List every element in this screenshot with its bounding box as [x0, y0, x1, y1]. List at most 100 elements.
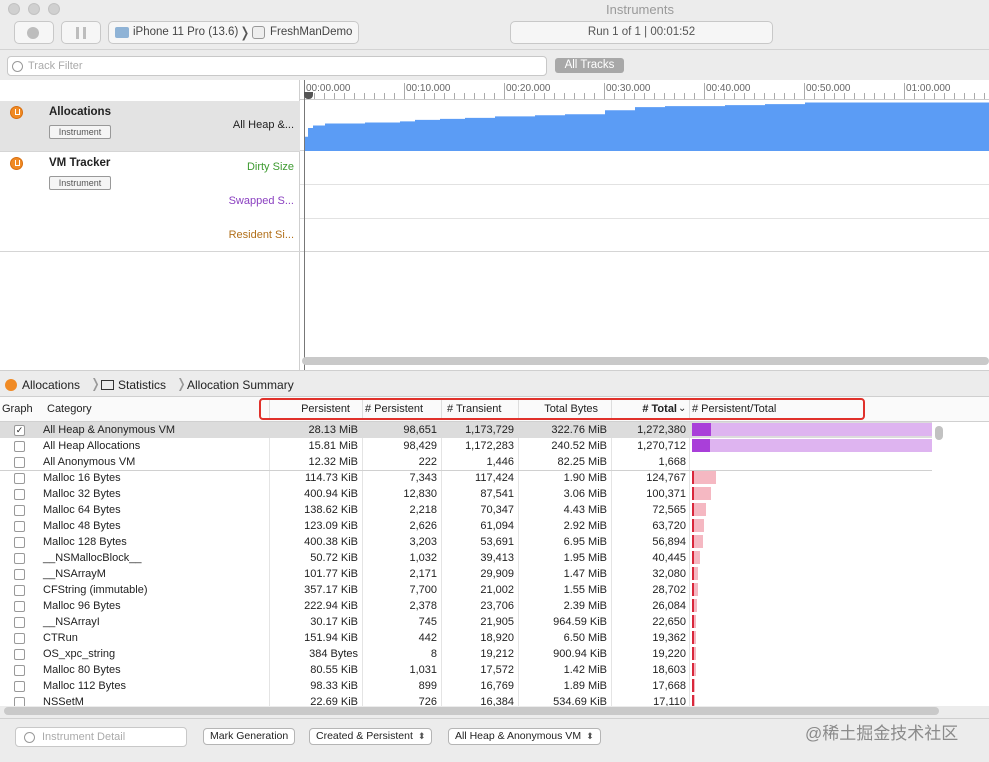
record-button[interactable] — [14, 21, 54, 44]
persistent-total-bar-fill — [692, 647, 694, 660]
allocations-graph[interactable] — [300, 100, 989, 151]
ruler-tick — [694, 93, 695, 99]
target-selector[interactable]: iPhone 11 Pro (13.6) ❭ FreshManDemo — [108, 21, 359, 44]
time-ruler[interactable]: 00:00.000 00:10.000 00:20.000 00:30.000 00:4… — [300, 80, 989, 100]
graph-checkbox[interactable] — [14, 489, 25, 500]
table-row[interactable]: NSSetM 22.69 KiB 726 16,384 534.69 KiB 17,110 — [0, 694, 932, 706]
graph-checkbox[interactable] — [14, 473, 25, 484]
instrument-detail-input[interactable] — [42, 730, 182, 744]
zoom-window-button[interactable] — [48, 3, 60, 15]
track-allocations[interactable]: Allocations Instrument All Heap &... — [0, 101, 300, 152]
allocation-summary-table: Graph Category Persistent # Persistent #… — [0, 397, 989, 706]
n-total-cell: 32,080 — [652, 568, 686, 580]
ruler-tick — [904, 83, 905, 99]
n-total-cell: 22,650 — [652, 616, 686, 628]
graph-checkbox[interactable] — [14, 681, 25, 692]
record-icon — [27, 27, 39, 39]
graph-checkbox[interactable] — [14, 633, 25, 644]
table-row[interactable]: Malloc 112 Bytes 98.33 KiB 899 16,769 1.89 M… — [0, 678, 932, 694]
graph-checkbox[interactable] — [14, 441, 25, 452]
all-tracks-button[interactable]: All Tracks — [555, 58, 624, 73]
breadcrumb-allocations[interactable]: Allocations — [22, 378, 80, 392]
persistent-cell: 30.17 KiB — [310, 616, 358, 628]
graph-checkbox[interactable] — [14, 697, 25, 706]
n-persistent-cell: 8 — [430, 648, 437, 660]
dirty-size-lane[interactable] — [300, 151, 989, 185]
table-row[interactable]: Malloc 96 Bytes 222.94 KiB 2,378 23,706 2.39… — [0, 598, 932, 614]
swapped-size-lane[interactable] — [300, 185, 989, 219]
graph-checkbox[interactable] — [14, 537, 25, 548]
timeline[interactable]: 00:00.000 00:10.000 00:20.000 00:30.000 00:4… — [300, 80, 989, 370]
table-row[interactable]: __NSMallocBlock__ 50.72 KiB 1,032 39,413 1.9… — [0, 550, 932, 566]
track-vm-tracker[interactable]: VM Tracker Instrument Dirty Size Swapped… — [0, 152, 300, 252]
n-total-cell: 63,720 — [652, 520, 686, 532]
header-graph[interactable]: Graph — [2, 403, 33, 415]
pause-button[interactable] — [61, 21, 101, 44]
graph-checkbox[interactable] — [14, 601, 25, 612]
persistent-total-bar-fill — [692, 439, 710, 452]
track-name: Allocations — [49, 106, 111, 118]
table-row[interactable]: CTRun 151.94 KiB 442 18,920 6.50 MiB 19,362 — [0, 630, 932, 646]
table-row[interactable]: CFString (immutable) 357.17 KiB 7,700 21,00… — [0, 582, 932, 598]
category-cell: All Anonymous VM — [43, 456, 136, 468]
track-filter-input[interactable] — [28, 59, 528, 73]
table-horizontal-scrollbar[interactable] — [4, 707, 939, 715]
mark-generation-button[interactable]: Mark Generation — [203, 728, 296, 745]
persistent-total-bar — [692, 487, 711, 500]
ruler-tick — [574, 93, 575, 99]
table-row[interactable]: Malloc 80 Bytes 80.55 KiB 1,031 17,572 1.42 … — [0, 662, 932, 678]
resident-size-lane[interactable] — [300, 219, 989, 252]
table-row[interactable]: Malloc 64 Bytes 138.62 KiB 2,218 70,347 4.43… — [0, 502, 932, 518]
n-transient-cell: 53,691 — [480, 536, 514, 548]
graph-checkbox[interactable] — [14, 569, 25, 580]
ruler-tick — [534, 93, 535, 99]
persistent-total-bar-fill — [692, 567, 694, 580]
table-vertical-scrollbar[interactable] — [935, 426, 943, 440]
track-filter-field[interactable] — [7, 56, 547, 76]
instrument-detail-field[interactable] — [15, 727, 187, 747]
table-row[interactable]: __NSArrayI 30.17 KiB 745 21,905 964.59 KiB 22… — [0, 614, 932, 630]
ruler-tick — [774, 93, 775, 99]
breadcrumb-statistics[interactable]: Statistics — [118, 378, 166, 392]
close-window-button[interactable] — [8, 3, 20, 15]
filter-icon — [12, 61, 23, 72]
graph-checkbox[interactable]: ✓ — [14, 425, 25, 436]
table-row[interactable]: OS_xpc_string 384 Bytes 8 19,212 900.94 KiB 1… — [0, 646, 932, 662]
total-bytes-cell: 322.76 MiB — [551, 424, 607, 436]
graph-checkbox[interactable] — [14, 585, 25, 596]
persistent-total-bar — [692, 471, 716, 484]
graph-checkbox[interactable] — [14, 665, 25, 676]
graph-checkbox[interactable] — [14, 649, 25, 660]
table-row[interactable]: Malloc 128 Bytes 400.38 KiB 3,203 53,691 6.9… — [0, 534, 932, 550]
breadcrumb-allocation-summary[interactable]: Allocation Summary — [187, 378, 294, 392]
table-row[interactable]: All Anonymous VM 12.32 MiB 222 1,446 82.25 M… — [0, 454, 932, 470]
ruler-tick — [974, 93, 975, 99]
allocation-type-select[interactable]: All Heap & Anonymous VM ⬍ — [448, 728, 601, 745]
timeline-scrollbar[interactable] — [302, 357, 989, 365]
minimize-window-button[interactable] — [28, 3, 40, 15]
header-category[interactable]: Category — [47, 403, 92, 415]
playhead[interactable] — [304, 80, 313, 370]
table-row[interactable]: __NSArrayM 101.77 KiB 2,171 29,909 1.47 MiB 3… — [0, 566, 932, 582]
table-row[interactable]: Malloc 32 Bytes 400.94 KiB 12,830 87,541 3.0… — [0, 486, 932, 502]
persistent-total-bar — [692, 439, 932, 452]
n-transient-cell: 1,172,283 — [465, 440, 514, 452]
persistent-cell: 22.69 KiB — [310, 696, 358, 706]
graph-checkbox[interactable] — [14, 521, 25, 532]
graph-checkbox[interactable] — [14, 617, 25, 628]
lifespan-select[interactable]: Created & Persistent ⬍ — [309, 728, 433, 745]
playhead-handle[interactable] — [304, 92, 313, 99]
graph-checkbox[interactable] — [14, 505, 25, 516]
instrument-badge: Instrument — [49, 125, 111, 139]
table-row[interactable]: ✓ All Heap & Anonymous VM 28.13 MiB 98,651 1… — [0, 422, 932, 438]
table-row[interactable]: Malloc 16 Bytes 114.73 KiB 7,343 117,424 1.9… — [0, 470, 932, 486]
ruler-tick — [614, 93, 615, 99]
n-total-cell: 1,270,712 — [637, 440, 686, 452]
table-row[interactable]: All Heap Allocations 15.81 MiB 98,429 1,172… — [0, 438, 932, 454]
chevron-right-icon: ❭ — [176, 376, 187, 391]
graph-checkbox[interactable] — [14, 457, 25, 468]
graph-checkbox[interactable] — [14, 553, 25, 564]
persistent-cell: 384 Bytes — [309, 648, 358, 660]
table-row[interactable]: Malloc 48 Bytes 123.09 KiB 2,626 61,094 2.92… — [0, 518, 932, 534]
device-icon — [115, 27, 129, 38]
